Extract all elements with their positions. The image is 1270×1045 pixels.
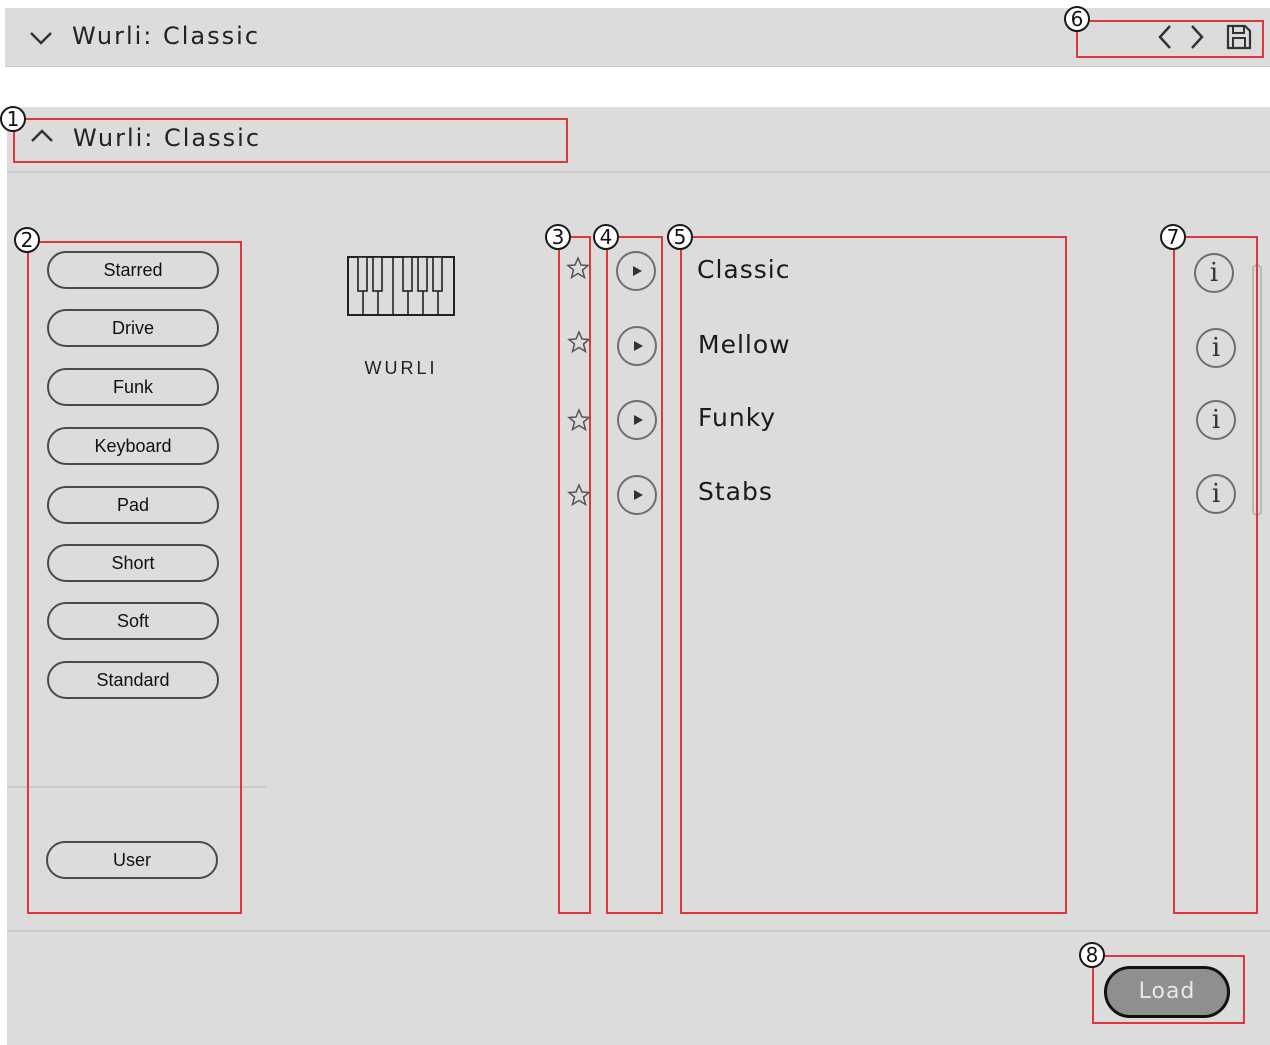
highlight-load (1092, 955, 1245, 1024)
callout-8: 8 (1079, 942, 1105, 968)
instrument-label: WURLI (364, 358, 438, 378)
keyboard-icon (347, 256, 455, 316)
highlight-preset-list (680, 236, 1067, 914)
highlight-nav-save (1076, 20, 1264, 58)
preset-name: Wurli: Classic (72, 22, 261, 50)
callout-6: 6 (1064, 6, 1090, 32)
callout-2: 2 (14, 227, 40, 253)
callout-4: 4 (593, 224, 619, 250)
highlight-play-column (606, 236, 663, 914)
callout-7: 7 (1160, 224, 1186, 250)
callout-3: 3 (545, 224, 571, 250)
callout-5: 5 (667, 224, 693, 250)
highlight-star-column (558, 236, 591, 914)
chevron-down-icon[interactable] (29, 30, 53, 46)
highlight-tags (27, 241, 242, 914)
highlight-browser-title (13, 118, 568, 163)
header-divider (7, 171, 1270, 173)
callout-1: 1 (0, 106, 26, 132)
highlight-info-column (1173, 236, 1258, 914)
footer-divider (7, 930, 1270, 932)
